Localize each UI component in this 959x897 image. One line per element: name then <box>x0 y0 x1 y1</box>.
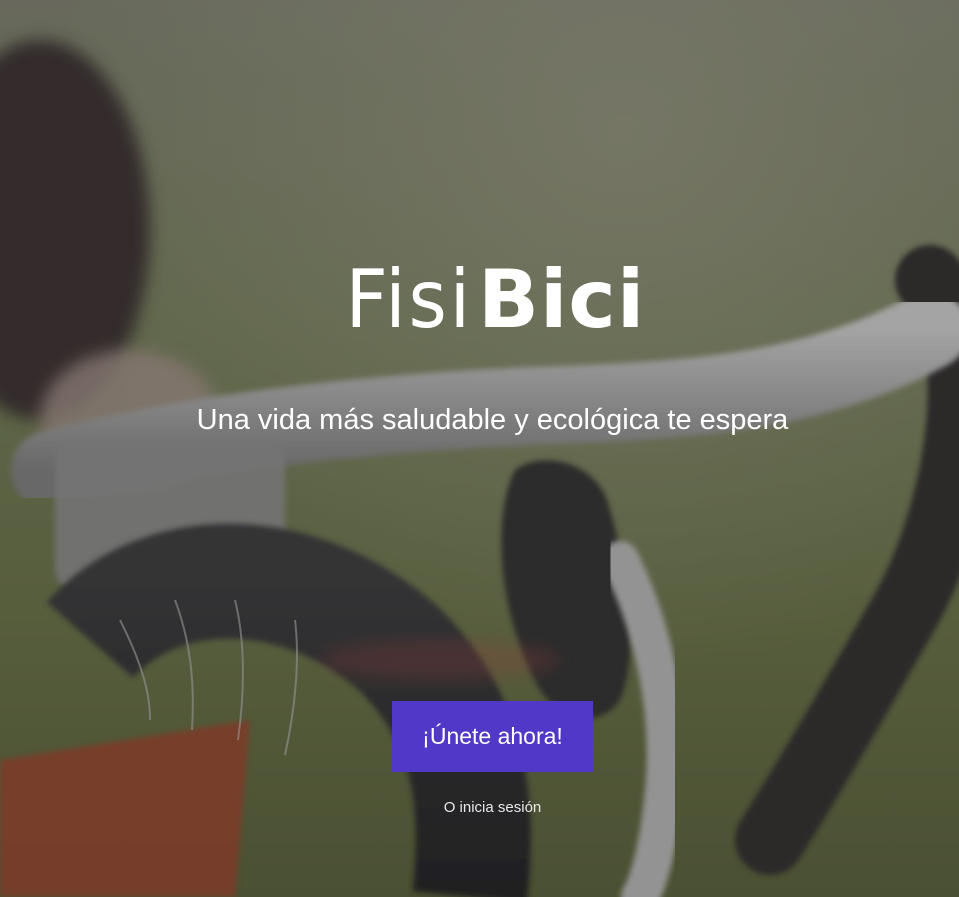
fisibici-logo: FisiBici <box>0 252 959 348</box>
login-link[interactable]: O inicia sesión <box>392 798 593 818</box>
join-now-button[interactable]: ¡Únete ahora! <box>392 701 593 772</box>
hero-content: FisiBici Una vida más saludable y ecológ… <box>0 0 959 897</box>
logo-part-fisi: Fisi <box>345 253 473 346</box>
hero-section: FisiBici Una vida más saludable y ecológ… <box>0 0 959 897</box>
hero-tagline: Una vida más saludable y ecológica te es… <box>196 404 789 436</box>
logo-part-bici: Bici <box>478 253 646 346</box>
